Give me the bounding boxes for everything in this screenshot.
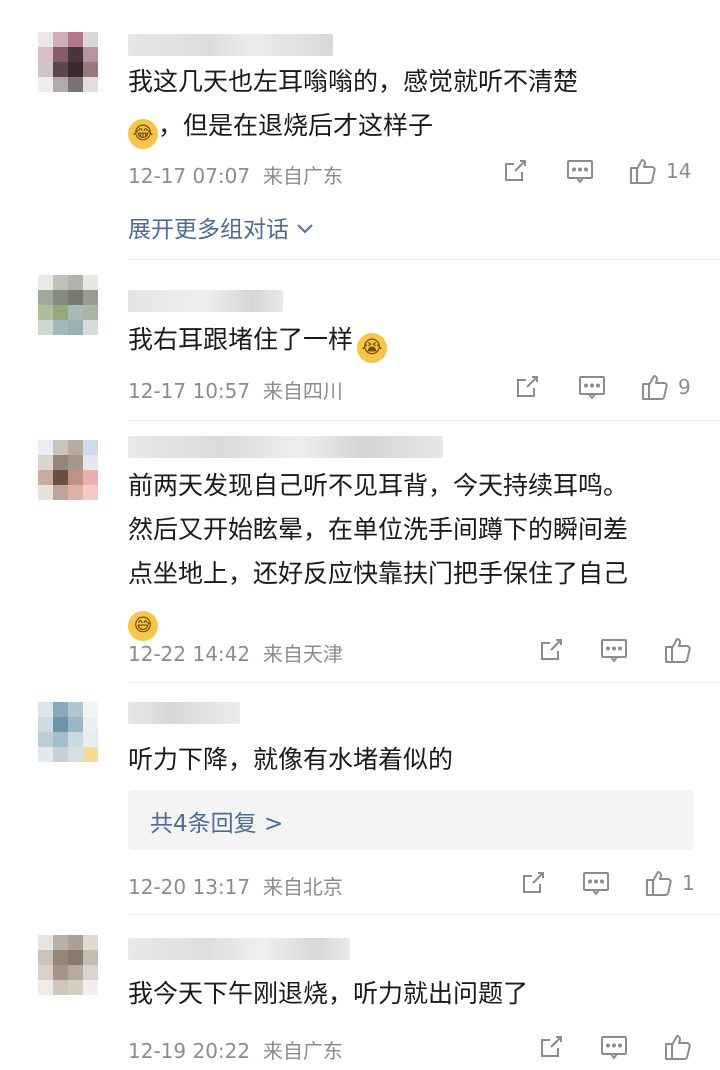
repost-icon bbox=[541, 1036, 562, 1057]
repost-button[interactable] bbox=[502, 158, 528, 184]
avatar[interactable] bbox=[38, 32, 98, 92]
repost-button[interactable] bbox=[514, 374, 540, 400]
username-blurred[interactable] bbox=[128, 34, 333, 56]
divider bbox=[128, 914, 720, 915]
expand-conversation-link[interactable]: 展开更多组对话 bbox=[128, 210, 314, 244]
like-button[interactable] bbox=[663, 1032, 701, 1062]
like-icon bbox=[665, 1035, 691, 1060]
divider bbox=[128, 420, 720, 421]
comment-button[interactable] bbox=[566, 159, 594, 185]
comment-meta: 12-20 13:17 来自北京 bbox=[128, 871, 343, 900]
like-button[interactable] bbox=[663, 635, 701, 665]
repost-icon bbox=[517, 376, 538, 397]
comment-icon bbox=[601, 1036, 627, 1060]
repost-button[interactable] bbox=[538, 1034, 564, 1060]
replies-link[interactable]: 共4条回复 > bbox=[128, 790, 694, 850]
divider bbox=[128, 259, 720, 260]
comment-button[interactable] bbox=[600, 638, 628, 664]
like-count: 9 bbox=[678, 375, 691, 399]
comment-text: 我这几天也左耳嗡嗡的，感觉就听不清楚 😂 ，但是在退烧后才这样子 bbox=[128, 60, 578, 149]
repost-icon bbox=[505, 160, 526, 181]
comment-icon bbox=[601, 639, 627, 663]
like-button[interactable]: 14 bbox=[628, 156, 691, 186]
crying-emoji: 😭 bbox=[357, 333, 388, 363]
timestamp: 12-22 14:42 bbox=[128, 642, 251, 666]
avatar[interactable] bbox=[38, 935, 98, 995]
username-blurred[interactable] bbox=[128, 702, 240, 724]
username-blurred[interactable] bbox=[128, 938, 350, 960]
like-icon bbox=[665, 638, 691, 663]
location: 来自天津 bbox=[262, 642, 343, 666]
comment-meta: 12-17 07:07 来自广东 bbox=[128, 160, 343, 189]
repost-button[interactable] bbox=[538, 637, 564, 663]
comment-button[interactable] bbox=[582, 871, 610, 897]
username-blurred[interactable] bbox=[128, 290, 283, 312]
timestamp: 12-17 07:07 bbox=[128, 164, 251, 188]
repost-button[interactable] bbox=[520, 870, 546, 896]
comment-icon bbox=[579, 376, 605, 400]
comment-icon bbox=[567, 160, 593, 184]
comment-text: 听力下降，就像有水堵着似的 bbox=[128, 745, 454, 774]
chevron-down-icon bbox=[297, 224, 314, 234]
username-blurred[interactable] bbox=[128, 436, 443, 458]
location: 来自北京 bbox=[262, 875, 343, 899]
comment-text: 我今天下午刚退烧，听力就出问题了 bbox=[128, 979, 529, 1008]
like-button[interactable]: 1 bbox=[644, 868, 695, 898]
divider bbox=[128, 682, 720, 683]
comment-button[interactable] bbox=[600, 1035, 628, 1061]
timestamp: 12-19 20:22 bbox=[128, 1039, 251, 1063]
avatar[interactable] bbox=[38, 702, 98, 762]
comment-icon bbox=[583, 872, 609, 896]
comment-text: 前两天发现自己听不见耳背，今天持续耳鸣。 然后又开始眩晕，在单位洗手间蹲下的瞬间… bbox=[128, 464, 628, 641]
comment-meta: 12-19 20:22 来自广东 bbox=[128, 1035, 343, 1064]
like-icon bbox=[630, 159, 656, 184]
location: 来自广东 bbox=[262, 1039, 343, 1063]
avatar[interactable] bbox=[38, 440, 98, 500]
timestamp: 12-20 13:17 bbox=[128, 875, 251, 899]
like-count: 14 bbox=[666, 159, 692, 183]
repost-icon bbox=[541, 639, 562, 660]
comment-meta: 12-17 10:57 来自四川 bbox=[128, 375, 343, 404]
laughing-crying-emoji: 😂 bbox=[128, 119, 158, 149]
sweat-smile-emoji: 😅 bbox=[128, 611, 158, 641]
like-button[interactable]: 9 bbox=[640, 372, 691, 402]
like-icon bbox=[646, 871, 672, 896]
like-icon bbox=[642, 375, 668, 400]
comment-text: 我右耳跟堵住了一样 😭 bbox=[128, 318, 388, 363]
comment-meta: 12-22 14:42 来自天津 bbox=[128, 638, 343, 667]
repost-icon bbox=[523, 872, 544, 893]
location: 来自广东 bbox=[262, 164, 343, 188]
timestamp: 12-17 10:57 bbox=[128, 379, 251, 403]
location: 来自四川 bbox=[262, 379, 343, 403]
avatar[interactable] bbox=[38, 275, 98, 335]
like-count: 1 bbox=[682, 871, 695, 895]
comment-button[interactable] bbox=[578, 375, 606, 401]
